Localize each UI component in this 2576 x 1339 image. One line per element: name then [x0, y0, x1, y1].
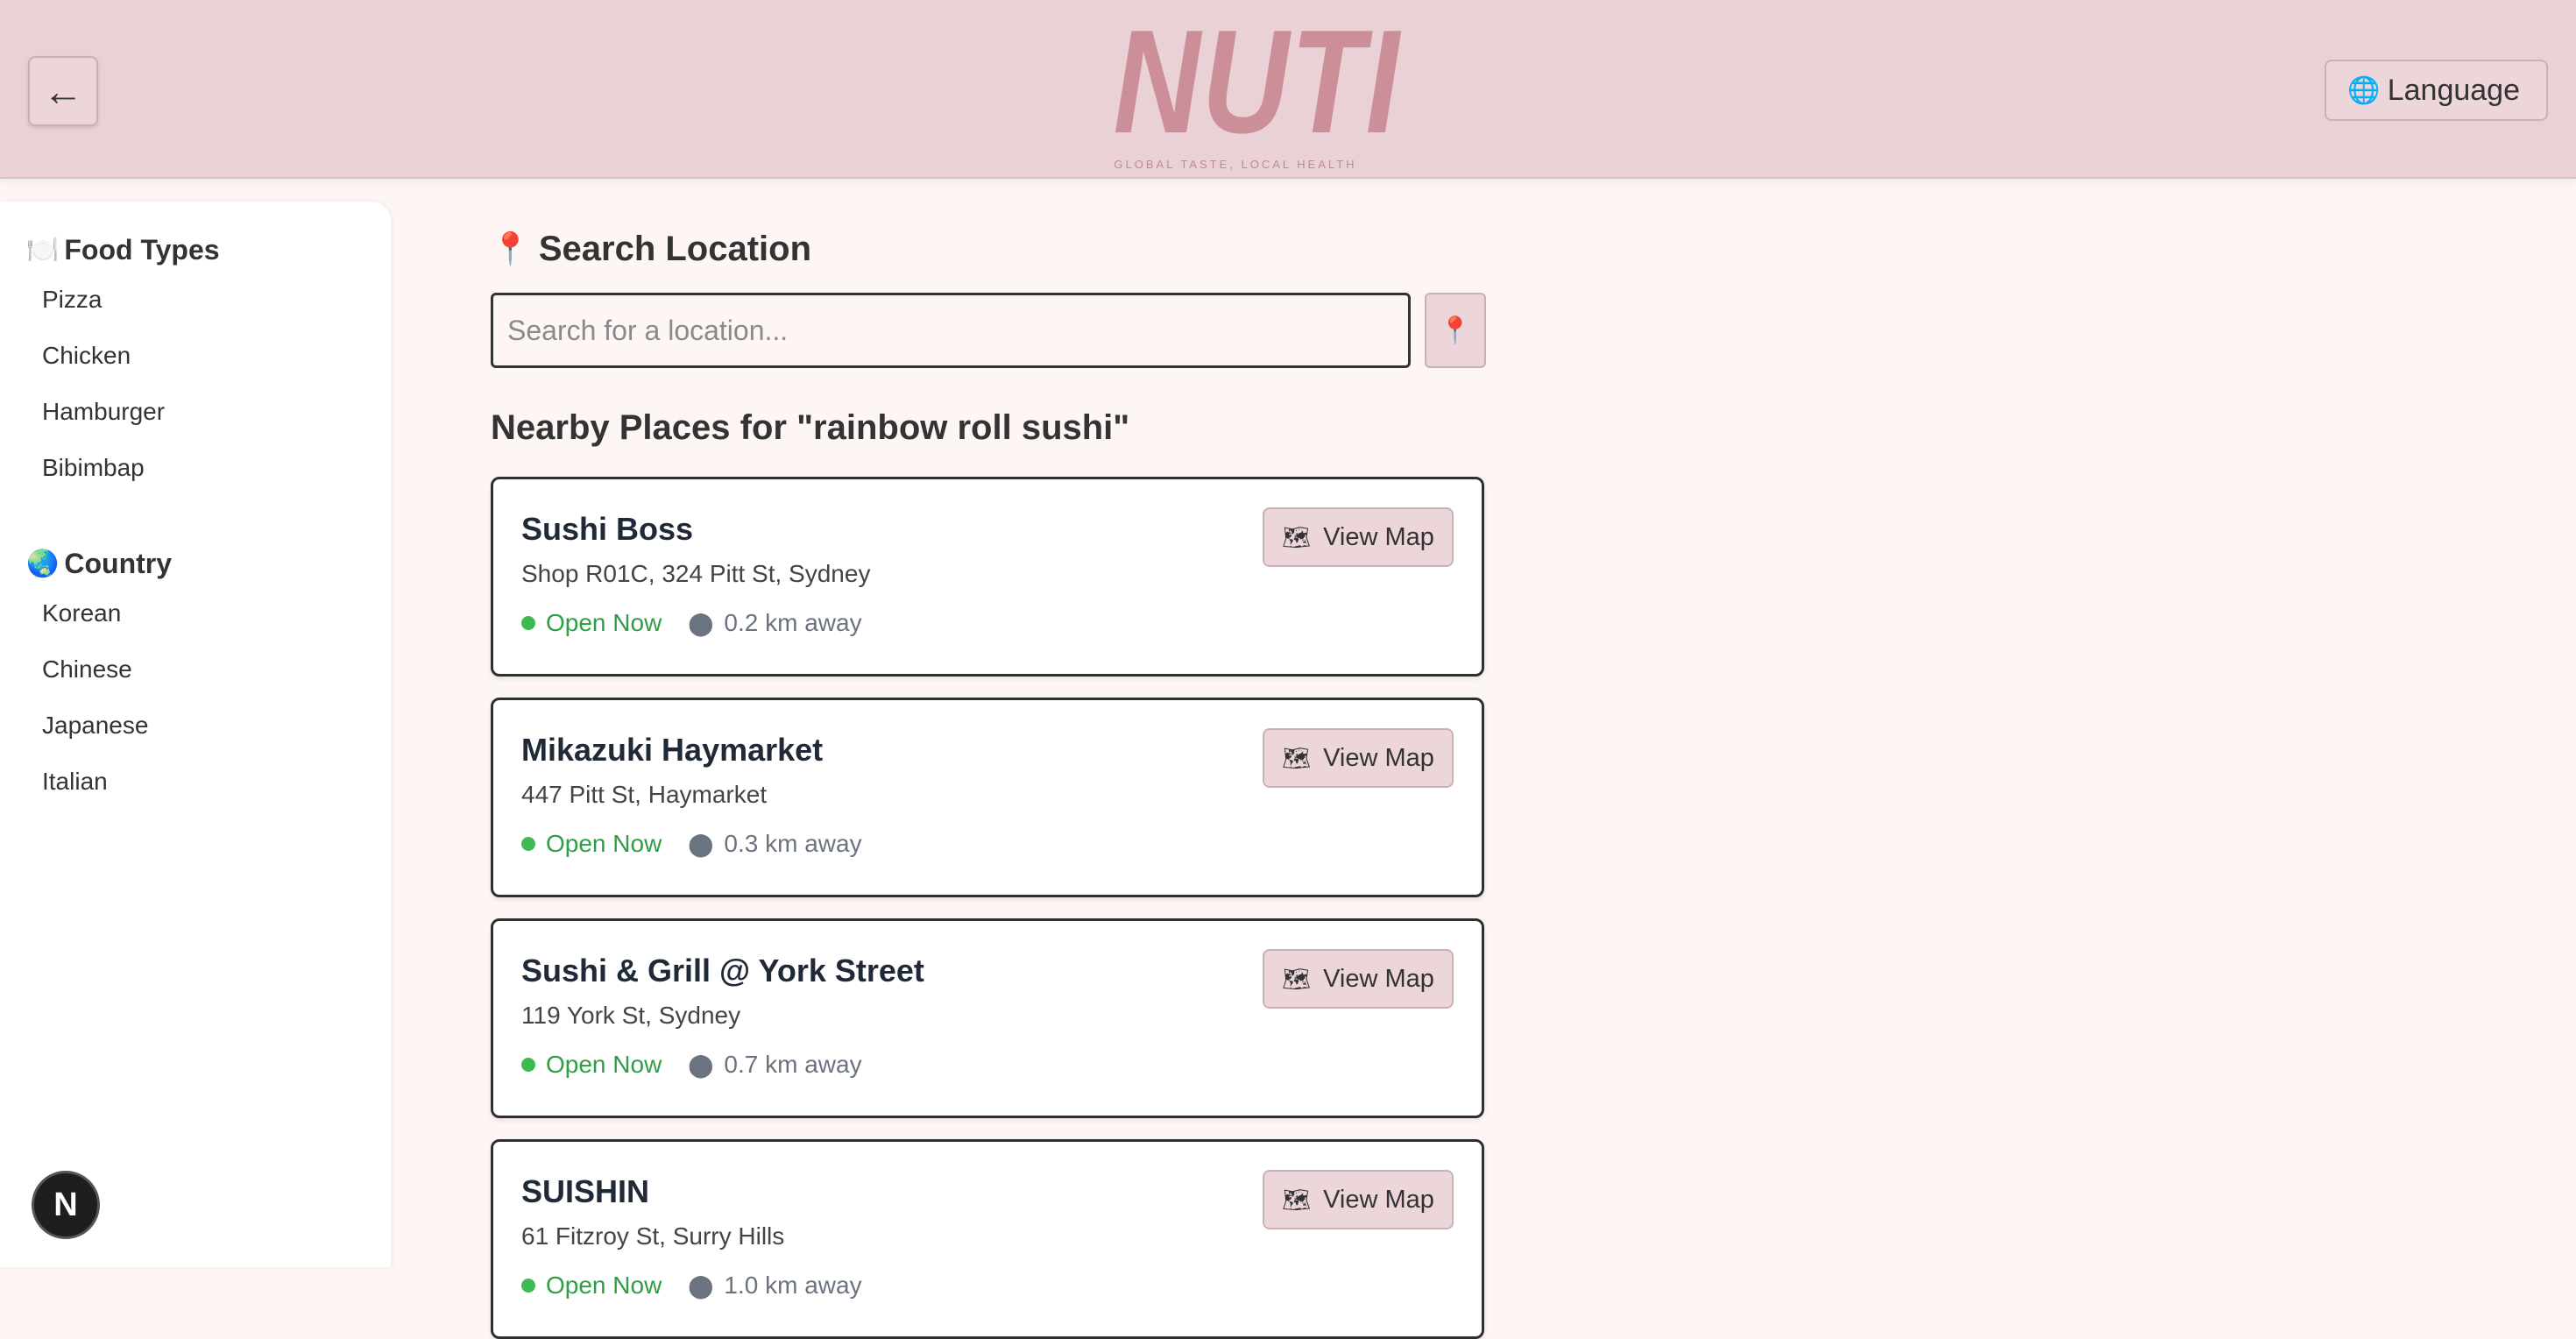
view-map-label: View Map: [1323, 1185, 1434, 1214]
open-status-dot-icon: [521, 1058, 535, 1072]
sidebar-item-hamburger[interactable]: Hamburger: [42, 384, 391, 440]
map-icon: 🗺: [1282, 965, 1312, 992]
results-title: Nearby Places for "rainbow roll sushi": [491, 408, 1130, 447]
globe-asia-icon: 🌏: [26, 549, 60, 578]
sidebar-item-japanese[interactable]: Japanese: [42, 698, 391, 754]
map-icon: 🗺: [1282, 523, 1312, 550]
location-search-input[interactable]: [491, 293, 1411, 368]
app-header: ← NUTI GLOBAL TASTE, LOCAL HEALTH 🌐 Lang…: [0, 0, 2576, 179]
search-location-title: Search Location: [538, 229, 812, 268]
sidebar-item-chinese[interactable]: Chinese: [42, 641, 391, 698]
distance-pin-icon: ⬤: [688, 1051, 714, 1078]
view-map-label: View Map: [1323, 964, 1434, 993]
food-types-heading: 🍽️ Food Types: [26, 228, 391, 272]
language-label: Language: [2387, 73, 2520, 107]
place-distance: 0.2 km away: [724, 609, 862, 636]
place-meta: Open Now ⬤ 0.3 km away: [521, 830, 1482, 858]
logo-wordmark: NUTI: [1113, 0, 1401, 164]
open-status-dot-icon: [521, 616, 535, 630]
open-status: Open Now: [546, 1272, 662, 1299]
view-map-button[interactable]: 🗺 View Map: [1263, 507, 1454, 567]
language-button[interactable]: 🌐 Language: [2325, 60, 2548, 121]
place-distance: 0.3 km away: [724, 830, 862, 857]
nuti-logo[interactable]: NUTI GLOBAL TASTE, LOCAL HEALTH: [1086, 0, 1401, 171]
search-location-heading: 📍 Search Location: [491, 224, 1486, 273]
view-map-label: View Map: [1323, 743, 1434, 772]
map-pin-icon: 📍: [491, 230, 530, 266]
place-meta: Open Now ⬤ 0.2 km away: [521, 609, 1482, 637]
food-types-title: Food Types: [64, 233, 220, 266]
view-map-button[interactable]: 🗺 View Map: [1263, 949, 1454, 1009]
map-icon: 🗺: [1282, 744, 1312, 771]
place-card[interactable]: Sushi Boss Shop R01C, 324 Pitt St, Sydne…: [491, 477, 1484, 677]
sidebar-item-italian[interactable]: Italian: [42, 754, 391, 810]
open-status: Open Now: [546, 830, 662, 857]
place-meta: Open Now ⬤ 0.7 km away: [521, 1051, 1482, 1079]
main-content: 📍 Search Location 📍 Nearby Places for "r…: [491, 224, 1486, 1339]
back-arrow-icon: ←: [43, 68, 83, 114]
sidebar-item-chicken[interactable]: Chicken: [42, 328, 391, 384]
view-map-button[interactable]: 🗺 View Map: [1263, 728, 1454, 788]
distance-pin-icon: ⬤: [688, 609, 714, 636]
map-icon: 🗺: [1282, 1186, 1312, 1213]
view-map-label: View Map: [1323, 522, 1434, 551]
sidebar-item-bibimbap[interactable]: Bibimbap: [42, 440, 391, 496]
globe-icon: 🌐: [2347, 75, 2381, 105]
use-location-button[interactable]: 📍: [1425, 293, 1486, 368]
place-card[interactable]: SUISHIN 61 Fitzroy St, Surry Hills Open …: [491, 1139, 1484, 1339]
distance-pin-icon: ⬤: [688, 1272, 714, 1299]
back-button[interactable]: ←: [28, 56, 98, 126]
view-map-button[interactable]: 🗺 View Map: [1263, 1170, 1454, 1229]
place-meta: Open Now ⬤ 1.0 km away: [521, 1272, 1482, 1300]
open-status-dot-icon: [521, 1279, 535, 1293]
country-title: Country: [64, 547, 173, 579]
dev-tools-badge[interactable]: N: [32, 1171, 100, 1239]
place-card[interactable]: Sushi & Grill @ York Street 119 York St,…: [491, 918, 1484, 1118]
sidebar-item-pizza[interactable]: Pizza: [42, 272, 391, 328]
country-section: 🌏 Country Korean Chinese Japanese Italia…: [0, 542, 391, 810]
place-distance: 1.0 km away: [724, 1272, 862, 1299]
place-card[interactable]: Mikazuki Haymarket 447 Pitt St, Haymarke…: [491, 698, 1484, 897]
filter-sidebar: 🍽️ Food Types Pizza Chicken Hamburger Bi…: [0, 202, 391, 1267]
search-row: 📍: [491, 293, 1486, 368]
country-heading: 🌏 Country: [26, 542, 391, 585]
sidebar-item-korean[interactable]: Korean: [42, 585, 391, 641]
food-types-section: 🍽️ Food Types Pizza Chicken Hamburger Bi…: [0, 228, 391, 496]
location-pin-icon: 📍: [1439, 315, 1472, 345]
distance-pin-icon: ⬤: [688, 830, 714, 857]
open-status: Open Now: [546, 609, 662, 636]
open-status-dot-icon: [521, 837, 535, 851]
open-status: Open Now: [546, 1051, 662, 1078]
plate-icon: 🍽️: [26, 235, 60, 265]
place-distance: 0.7 km away: [724, 1051, 862, 1078]
